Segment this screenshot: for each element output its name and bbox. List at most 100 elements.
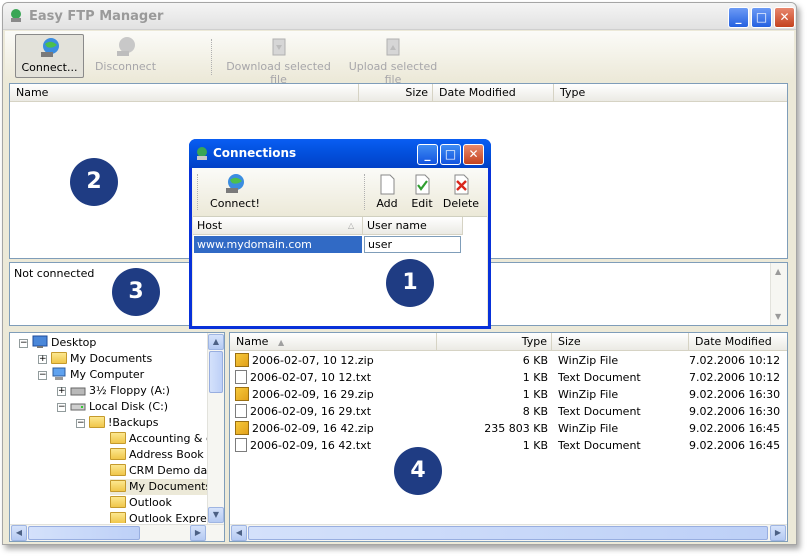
column-name[interactable]: Name ▲ <box>230 333 437 350</box>
log-scrollbar[interactable]: ▲ ▼ <box>770 263 787 325</box>
connection-row[interactable]: www.mydomain.com user <box>193 236 463 253</box>
tree-item-my-documents[interactable]: My Documents <box>51 351 152 367</box>
local-list-header: Name ▲ Type Size Date Modified <box>230 333 787 351</box>
connections-icon <box>197 147 207 160</box>
dialog-close-button[interactable]: ✕ <box>463 144 484 165</box>
folder-icon <box>110 432 126 444</box>
column-date-modified[interactable]: Date Modified <box>689 333 787 350</box>
local-folder-tree[interactable]: − Desktop + My Documents − My Computer +… <box>9 332 225 542</box>
delete-button[interactable]: Delete <box>441 171 481 215</box>
zip-file-icon <box>235 421 249 435</box>
tree-label: 3½ Floppy (A:) <box>89 384 170 397</box>
tree-item-crm-demo[interactable]: CRM Demo data <box>110 463 207 479</box>
scroll-thumb[interactable] <box>209 351 223 393</box>
tree-vertical-scrollbar[interactable]: ▲ ▼ <box>207 333 224 524</box>
dialog-toolbar: Connect! Add Edit Delete <box>192 168 488 216</box>
column-type[interactable]: Type <box>437 333 552 350</box>
tree-expander[interactable]: + <box>38 355 47 364</box>
add-button[interactable]: Add <box>372 171 402 215</box>
tree-item-outlook[interactable]: Outlook <box>110 495 172 511</box>
file-row[interactable]: 2006-02-09, 16 42.txt 1 KB Text Document 9.… <box>230 437 787 454</box>
scroll-right-icon[interactable]: ▶ <box>190 525 206 541</box>
tree-item-my-documents-backup[interactable]: My Documents ( <box>110 479 207 495</box>
title-bar[interactable]: Easy FTP Manager _ □ ✕ <box>3 3 796 30</box>
scroll-thumb[interactable] <box>248 526 768 540</box>
tree-expander[interactable]: − <box>57 403 66 412</box>
column-user-name[interactable]: User name <box>363 217 463 234</box>
edit-button[interactable]: Edit <box>406 171 438 215</box>
file-row[interactable]: 2006-02-09, 16 29.txt 8 KB Text Document 9.… <box>230 403 787 420</box>
dialog-minimize-button[interactable]: _ <box>417 144 438 165</box>
tree-item-address-book[interactable]: Address Book & <box>110 447 207 463</box>
minimize-button[interactable]: _ <box>728 7 749 28</box>
connect-button[interactable]: Connect... <box>15 34 84 78</box>
tree-item-outlook-express[interactable]: Outlook Express <box>110 511 207 523</box>
upload-button[interactable]: Upload selected file <box>343 34 443 86</box>
scroll-down-icon[interactable]: ▼ <box>208 507 224 523</box>
file-date-cell: 7.02.2006 10:12 <box>689 354 781 367</box>
column-name[interactable]: Name <box>10 84 359 101</box>
file-name: 2006-02-09, 16 42.zip <box>252 422 374 435</box>
sort-ascending-icon: ▲ <box>277 338 285 347</box>
scroll-left-icon[interactable]: ◀ <box>11 525 27 541</box>
scroll-up-icon[interactable]: ▲ <box>208 334 224 350</box>
dialog-connect-button[interactable]: Connect! <box>206 171 264 215</box>
scroll-thumb[interactable] <box>28 526 140 540</box>
delete-x-icon <box>454 174 469 195</box>
column-date-modified[interactable]: Date Modified <box>433 84 554 101</box>
file-row[interactable]: 2006-02-07, 10 12.zip 6 KB WinZip File 7.02… <box>230 352 787 369</box>
tree-expander[interactable]: − <box>38 371 47 380</box>
tree-item-accounting[interactable]: Accounting & cu <box>110 431 207 447</box>
download-button[interactable]: Download selected file <box>221 34 336 86</box>
edit-label: Edit <box>411 197 433 210</box>
file-row[interactable]: 2006-02-09, 16 29.zip 1 KB WinZip File 9.02… <box>230 386 787 403</box>
tree-item-desktop[interactable]: Desktop <box>32 335 96 351</box>
tree-expander[interactable]: + <box>57 387 66 396</box>
dialog-title-bar[interactable]: Connections _ □ ✕ <box>189 139 491 168</box>
tree-item-backups[interactable]: !Backups <box>89 415 158 431</box>
scroll-down-icon[interactable]: ▼ <box>775 312 781 321</box>
disconnect-label: Disconnect <box>94 60 157 73</box>
scroll-up-icon[interactable]: ▲ <box>775 267 781 276</box>
disconnect-button[interactable]: Disconnect <box>88 34 163 78</box>
zip-file-icon <box>235 387 249 401</box>
folder-icon <box>51 352 67 364</box>
file-size-cell: Text Document <box>558 371 641 384</box>
tree-expander[interactable]: − <box>76 419 85 428</box>
hard-disk-icon <box>70 403 86 411</box>
text-file-icon <box>235 404 247 418</box>
file-horizontal-scrollbar[interactable]: ◀ ▶ <box>230 524 787 541</box>
marker-2: 2 <box>70 158 118 206</box>
scroll-left-icon[interactable]: ◀ <box>231 525 247 541</box>
dialog-title: Connections <box>213 146 297 160</box>
dialog-maximize-button[interactable]: □ <box>440 144 461 165</box>
zip-file-icon <box>235 353 249 367</box>
computer-icon <box>52 367 66 380</box>
marker-4: 4 <box>394 447 442 495</box>
connections-list[interactable]: Host △ User name www.mydomain.com user 1 <box>193 216 487 326</box>
column-host[interactable]: Host △ <box>193 217 363 234</box>
column-size[interactable]: Size <box>359 84 433 101</box>
folder-icon <box>110 512 126 523</box>
column-size[interactable]: Size <box>552 333 689 350</box>
close-button[interactable]: ✕ <box>774 7 795 28</box>
upload-icon <box>386 38 400 56</box>
file-row[interactable]: 2006-02-07, 10 12.txt 1 KB Text Document 7.… <box>230 369 787 386</box>
file-type-cell: 8 KB <box>522 405 548 418</box>
column-type[interactable]: Type <box>554 84 787 101</box>
tree-item-local-disk[interactable]: Local Disk (C:) <box>70 399 168 415</box>
maximize-button[interactable]: □ <box>751 7 772 28</box>
delete-label: Delete <box>442 197 480 210</box>
tree-expander[interactable]: − <box>19 339 28 348</box>
tree-item-floppy[interactable]: 3½ Floppy (A:) <box>70 383 170 399</box>
file-name-cell: 2006-02-09, 16 29.txt <box>235 403 435 420</box>
local-file-list[interactable]: Name ▲ Type Size Date Modified 2006-02-0… <box>229 332 788 542</box>
user-name-cell[interactable]: user <box>364 236 461 253</box>
tree-label: Outlook Express <box>129 512 207 523</box>
file-row[interactable]: 2006-02-09, 16 42.zip 235 803 KB WinZip Fi… <box>230 420 787 437</box>
scroll-right-icon[interactable]: ▶ <box>770 525 786 541</box>
tree-label: !Backups <box>108 416 159 429</box>
tree-item-my-computer[interactable]: My Computer <box>51 367 144 383</box>
file-size-cell: WinZip File <box>558 422 619 435</box>
tree-horizontal-scrollbar[interactable]: ◀ ▶ <box>10 524 224 541</box>
